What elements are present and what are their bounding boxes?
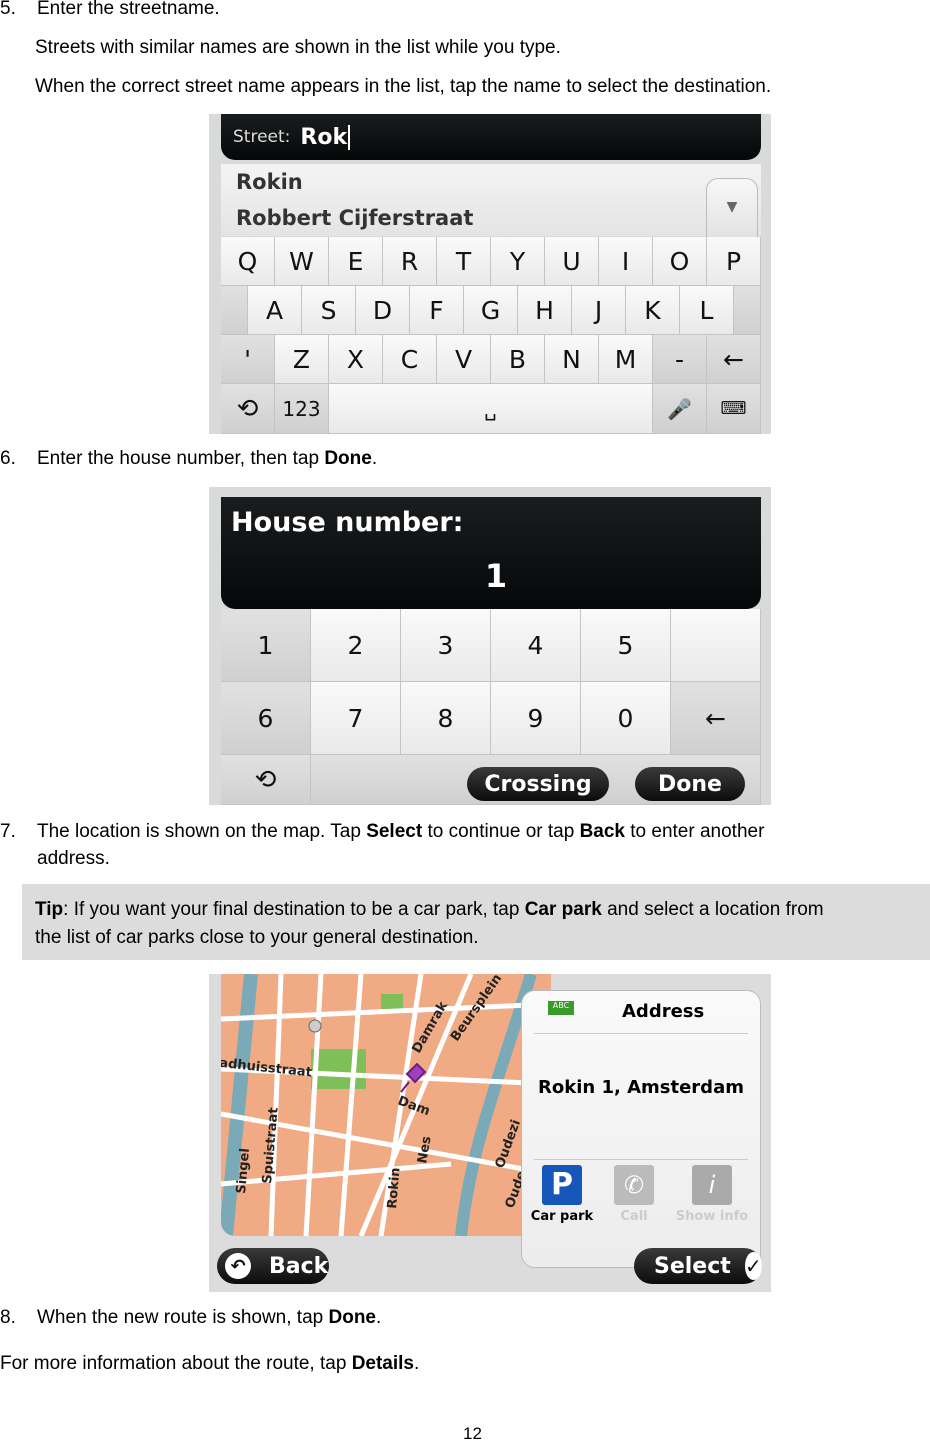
key-5[interactable]: 5 [581,609,671,682]
key-r[interactable]: R [383,237,437,286]
key-l[interactable]: L [680,286,734,335]
panel-title: Address [622,1001,705,1022]
done-button[interactable]: Done [635,767,745,801]
key-spacer [221,286,248,335]
key-f[interactable]: F [410,286,464,335]
suggestion-robbert-cijferstraat[interactable]: Robbert Cijferstraat [236,206,473,230]
house-number-input[interactable]: House number: 1 [221,497,761,609]
microphone-icon[interactable]: 🎤 [653,384,707,434]
key-spacer [734,286,761,335]
address-sign-icon: ABC [548,1001,574,1015]
key-b[interactable]: B [491,335,545,384]
parking-icon: P [542,1165,582,1205]
keyboard: Q W E R T Y U I O P A S D F G H J K L ' Z X C V B N M - ← ⟲ 123 ␣ 🎤 ⌨ [221,237,761,434]
tip-box: Tip: If you want your final destination … [22,884,930,960]
key-8[interactable]: 8 [401,682,491,755]
key-z[interactable]: Z [275,335,329,384]
select-button[interactable]: Select ✓ [634,1248,762,1284]
step-6: 6. Enter the house number, then tap Done. [0,448,378,469]
key-4[interactable]: 4 [491,609,581,682]
key-s[interactable]: S [302,286,356,335]
key-p[interactable]: P [707,237,761,286]
house-number-screen: House number: 1 1 2 3 4 5 6 7 8 9 0 ← ⟲ Crossing Done [209,487,771,805]
keyboard-icon[interactable]: ⌨ [707,384,761,434]
key-j[interactable]: J [572,286,626,335]
street-entry-screen: Street: Rok Rokin Robbert Cijferstraat ▼… [209,114,771,434]
footer-note: For more information about the route, ta… [0,1353,420,1374]
car-park-button[interactable]: P Car park [530,1165,594,1224]
street-input[interactable]: Street: Rok [221,114,761,160]
backspace-icon[interactable]: ← [707,335,761,384]
back-icon[interactable]: ⟲ [221,384,275,434]
key-m[interactable]: M [599,335,653,384]
key-0[interactable]: 0 [581,682,671,755]
key-c[interactable]: C [383,335,437,384]
key-g[interactable]: G [464,286,518,335]
map-screen: adhuisstraat Damrak Beursplein Dam Nes R… [209,974,771,1292]
key-hyphen[interactable]: - [653,335,707,384]
key-k[interactable]: K [626,286,680,335]
key-t[interactable]: T [437,237,491,286]
numbers-key[interactable]: 123 [275,384,329,434]
number-pad: 1 2 3 4 5 6 7 8 9 0 ← ⟲ Crossing Done [221,609,761,805]
house-number-value: 1 [484,557,508,595]
suggestion-rokin[interactable]: Rokin [236,170,303,194]
house-number-label: House number: [231,507,464,538]
phone-icon: ✆ [614,1165,654,1205]
crossing-button[interactable]: Crossing [467,767,609,801]
key-i[interactable]: I [599,237,653,286]
key-9[interactable]: 9 [491,682,581,755]
step-5: 5. Enter the streetname. [0,0,220,19]
back-icon: ↶ [225,1253,251,1279]
checkmark-icon: ✓ [744,1252,762,1280]
key-n[interactable]: N [545,335,599,384]
key-a[interactable]: A [248,286,302,335]
step-7-line-2: address. [37,848,110,869]
step-7: 7. The location is shown on the map. Tap … [0,821,765,842]
street-value: Rok [300,124,351,150]
step-8: 8. When the new route is shown, tap Done. [0,1307,382,1328]
key-e[interactable]: E [329,237,383,286]
key-w[interactable]: W [275,237,329,286]
back-icon[interactable]: ⟲ [221,755,311,805]
info-icon: i [692,1165,732,1205]
step-5-note-2: When the correct street name appears in … [35,76,772,97]
key-o[interactable]: O [653,237,707,286]
key-q[interactable]: Q [221,237,275,286]
scroll-down-icon[interactable]: ▼ [706,178,758,238]
call-button[interactable]: ✆ Call [602,1165,666,1224]
page-number: 12 [463,1424,482,1443]
key-x[interactable]: X [329,335,383,384]
key-2[interactable]: 2 [311,609,401,682]
key-3[interactable]: 3 [401,609,491,682]
show-info-button[interactable]: i Show info [670,1165,754,1224]
key-apostrophe[interactable]: ' [221,335,275,384]
address-text: Rokin 1, Amsterdam [538,1077,744,1098]
key-y[interactable]: Y [491,237,545,286]
key-v[interactable]: V [437,335,491,384]
street-label: Street: [233,127,291,147]
key-1[interactable]: 1 [221,609,311,682]
map[interactable]: adhuisstraat Damrak Beursplein Dam Nes R… [221,974,551,1236]
key-6[interactable]: 6 [221,682,311,755]
backspace-icon[interactable]: ← [671,682,761,755]
back-button[interactable]: ↶ Back [217,1248,329,1284]
key-d[interactable]: D [356,286,410,335]
space-icon[interactable]: ␣ [329,384,653,434]
key-h[interactable]: H [518,286,572,335]
empty-key [671,609,761,682]
step-5-note-1: Streets with similar names are shown in … [35,37,561,58]
key-u[interactable]: U [545,237,599,286]
key-7[interactable]: 7 [311,682,401,755]
address-panel: ABC Address Rokin 1, Amsterdam P Car par… [521,990,761,1268]
